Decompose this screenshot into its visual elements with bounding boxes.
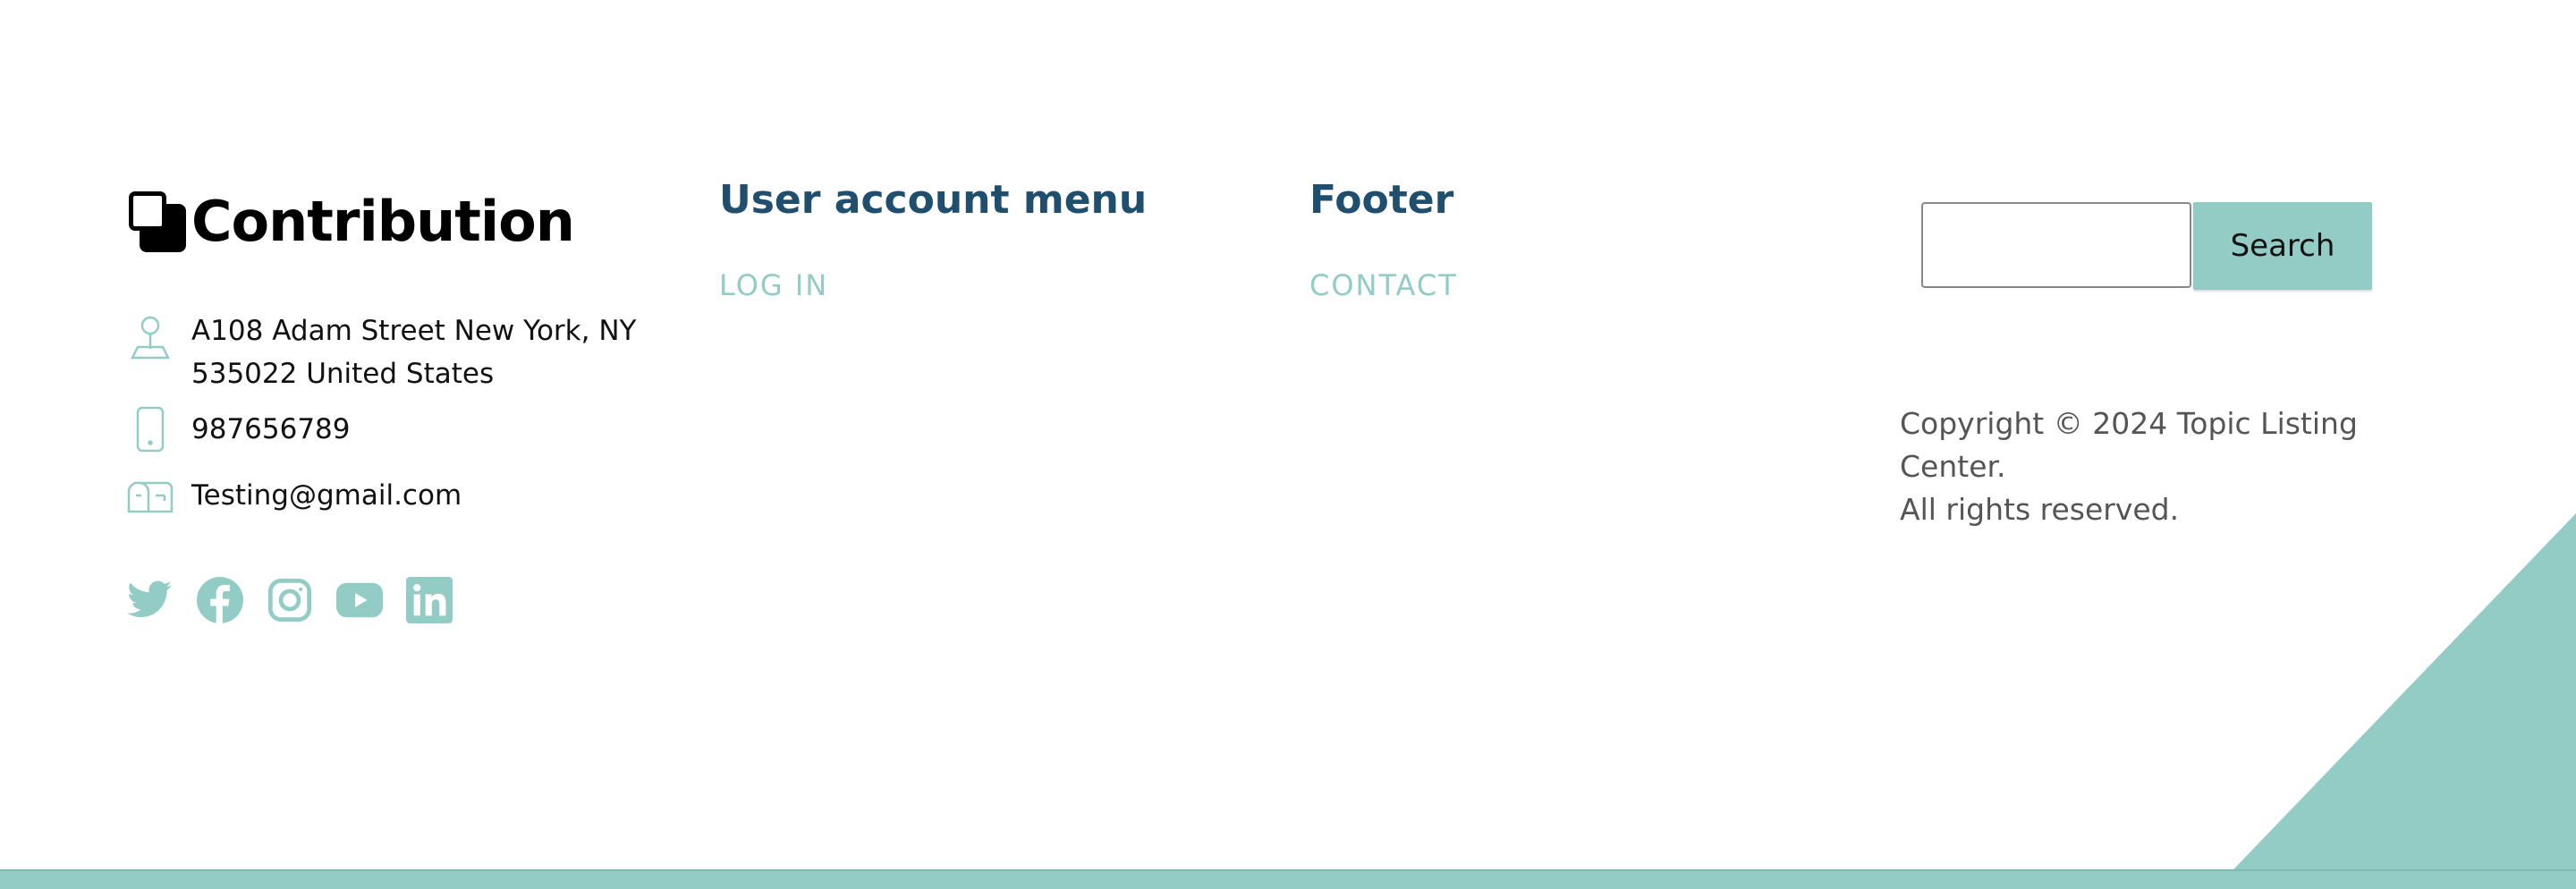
contact-link[interactable]: CONTACT bbox=[1309, 268, 1458, 302]
overlapping-squares-icon bbox=[127, 190, 188, 254]
user-account-menu-title: User account menu bbox=[719, 177, 1148, 223]
search-input[interactable] bbox=[1921, 202, 2191, 288]
copyright-line-2: All rights reserved. bbox=[1900, 492, 2180, 527]
footer-menu-title: Footer bbox=[1309, 177, 1454, 223]
youtube-icon[interactable] bbox=[336, 576, 383, 624]
search-button[interactable]: Search bbox=[2193, 202, 2372, 290]
copyright-line-1: Copyright © 2024 Topic Listing Center. bbox=[1900, 406, 2358, 484]
twitter-icon[interactable] bbox=[127, 576, 174, 624]
address-line-2: 535022 United States bbox=[191, 358, 495, 390]
address-line-1: A108 Adam Street New York, NY bbox=[191, 315, 637, 347]
bottom-accent-bar bbox=[0, 869, 2576, 889]
instagram-icon[interactable] bbox=[267, 576, 313, 624]
email-address: Testing@gmail.com bbox=[191, 479, 462, 512]
linkedin-icon[interactable] bbox=[406, 576, 453, 624]
brand-name: Contribution bbox=[191, 189, 575, 254]
copyright: Copyright © 2024 Topic Listing Center. A… bbox=[1900, 402, 2454, 531]
phone-icon bbox=[127, 406, 174, 453]
site-footer: Contribution A108 Adam Street New York, … bbox=[0, 0, 2576, 889]
phone-number: 987656789 bbox=[191, 413, 351, 445]
brand[interactable]: Contribution bbox=[127, 186, 575, 258]
facebook-icon[interactable] bbox=[197, 576, 243, 624]
social-links bbox=[127, 576, 453, 624]
decorative-triangle bbox=[2215, 513, 2576, 889]
map-pin-icon bbox=[127, 313, 174, 360]
mailbox-icon bbox=[127, 474, 174, 521]
login-link[interactable]: LOG IN bbox=[719, 268, 828, 302]
